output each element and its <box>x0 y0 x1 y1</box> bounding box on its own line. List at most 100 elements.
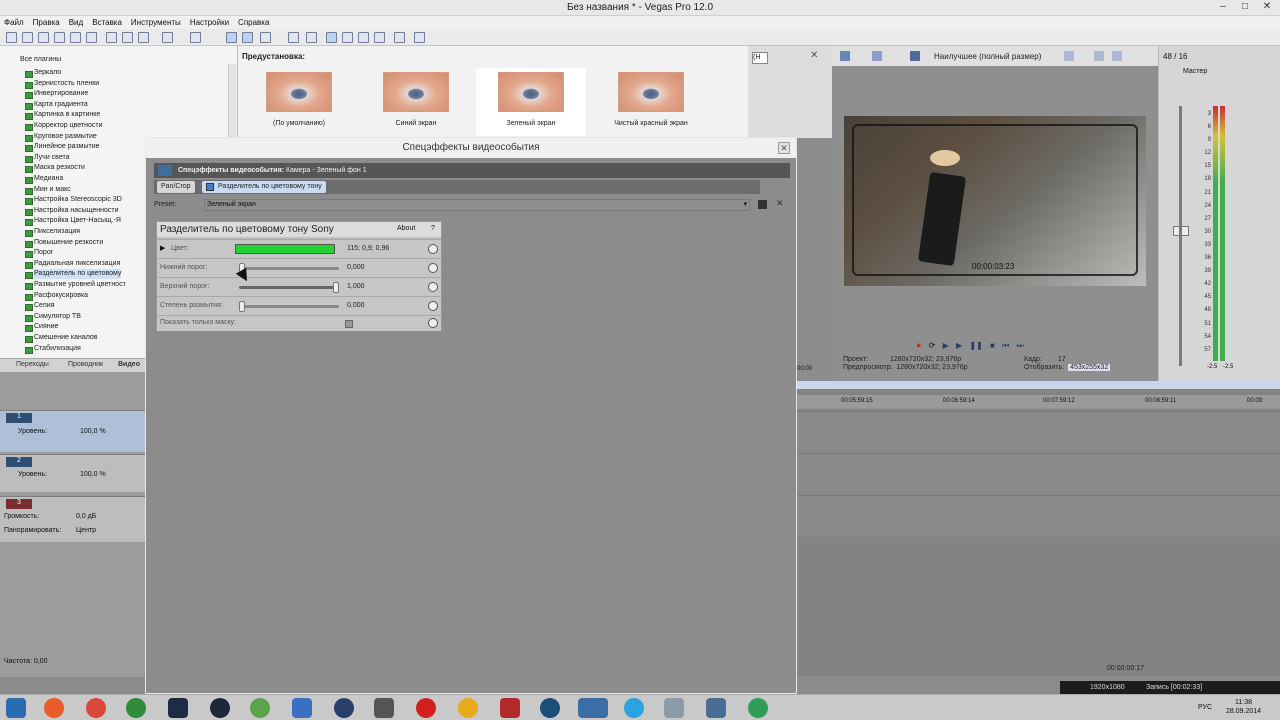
uplay-icon[interactable] <box>292 698 312 718</box>
param-value[interactable]: 0,000 <box>347 264 365 271</box>
firefox-icon[interactable] <box>44 698 64 718</box>
new-icon[interactable] <box>6 32 17 43</box>
chip-pan-crop[interactable]: Pan/Crop <box>157 181 195 193</box>
fx-item[interactable]: Радиальная пикселизация <box>24 259 120 269</box>
preset-blue-screen[interactable]: Синий экран <box>361 68 471 136</box>
fx-tree-header[interactable]: Все плагины <box>20 56 61 63</box>
zoom-tool-icon[interactable] <box>288 32 299 43</box>
photoshop-icon[interactable] <box>168 698 188 718</box>
vegas-pro-icon[interactable] <box>578 698 608 718</box>
autoripple-icon[interactable] <box>306 32 317 43</box>
fx-item[interactable]: Лучи света <box>25 153 70 163</box>
fx-item[interactable]: Инвертирование <box>24 89 88 100</box>
slider-knob[interactable] <box>333 282 339 293</box>
menu-view[interactable]: Вид <box>69 16 83 29</box>
timeline-lane[interactable] <box>797 411 1280 453</box>
fx-item[interactable]: Круговое размытие <box>25 132 97 142</box>
level-value[interactable]: 100,0 % <box>80 471 106 478</box>
expand-arrow-icon[interactable]: ▶ <box>160 244 165 252</box>
blur-slider[interactable] <box>239 301 339 312</box>
low-threshold-slider[interactable] <box>239 263 339 274</box>
preview-quality-select[interactable]: Наилучшее (полный размер) <box>934 52 1041 61</box>
param-value[interactable]: 1,000 <box>347 283 365 290</box>
cut-icon[interactable] <box>106 32 117 43</box>
high-threshold-slider[interactable] <box>239 282 339 293</box>
mask-only-checkbox[interactable] <box>345 320 353 328</box>
param-value[interactable]: 115; 0,9; 0,96 <box>347 245 389 252</box>
overlays-icon[interactable] <box>1064 51 1074 61</box>
animate-icon[interactable] <box>428 263 438 273</box>
properties-icon[interactable] <box>86 32 97 43</box>
menu-options[interactable]: Настройки <box>190 16 229 29</box>
param-value[interactable]: 0,000 <box>347 302 365 309</box>
preset-default[interactable]: (По умолчанию) <box>244 68 354 136</box>
play-icon[interactable]: ▶ <box>956 341 962 350</box>
fx-item[interactable]: Картинка в картинке <box>24 110 100 121</box>
fx-item[interactable]: Сияние <box>24 322 58 333</box>
fx-item[interactable]: Пикселизация <box>24 227 80 237</box>
fx-item[interactable]: Сепия <box>24 301 54 312</box>
clock[interactable]: 11:38 28.09.2014 <box>1226 698 1261 716</box>
autocrossfade-icon[interactable] <box>342 32 353 43</box>
color-swatch[interactable] <box>235 244 335 254</box>
fx-item[interactable]: Смешение каналов <box>25 333 98 343</box>
preset-red-screen[interactable]: Чистый красный экран <box>596 68 706 136</box>
app-icon[interactable] <box>664 698 684 718</box>
animate-icon[interactable] <box>428 318 438 328</box>
undo-icon[interactable] <box>162 32 173 43</box>
device-handle[interactable]: (Н <box>752 52 768 64</box>
skype-icon[interactable] <box>624 698 644 718</box>
snapping-icon[interactable] <box>326 32 337 43</box>
save-as-icon[interactable] <box>54 32 65 43</box>
fx-item[interactable]: Маска резкости <box>25 163 85 174</box>
fx-item-selected[interactable]: Разделитель по цветовому <box>24 269 122 280</box>
fx-item[interactable]: Зеркало <box>24 68 61 78</box>
app-icon[interactable] <box>250 698 270 718</box>
tab-transitions[interactable]: Переходы <box>16 361 49 368</box>
paste-icon[interactable] <box>138 32 149 43</box>
save-preset-icon[interactable] <box>758 200 767 209</box>
fx-item[interactable]: Зернистость пленки <box>24 79 99 89</box>
input-language[interactable]: РУС <box>1198 704 1212 711</box>
project-properties-icon[interactable] <box>840 51 850 61</box>
about-button[interactable]: About <box>397 225 415 232</box>
record-icon[interactable]: ● <box>916 340 921 350</box>
headphones-icon[interactable] <box>458 698 478 718</box>
vk-icon[interactable] <box>706 698 726 718</box>
save-snapshot-icon[interactable] <box>1112 51 1122 61</box>
fx-item[interactable]: Порог <box>24 248 53 259</box>
video-track-2[interactable]: 2 Уровень: 100,0 % <box>0 454 145 492</box>
save-icon[interactable] <box>38 32 49 43</box>
stop-icon[interactable]: ■ <box>990 341 995 350</box>
normal-edit-tool-icon[interactable] <box>226 32 237 43</box>
timeline-lane[interactable] <box>797 495 1280 537</box>
tab-explorer[interactable]: Проводник <box>68 361 103 368</box>
minimize-button[interactable]: – <box>1212 0 1234 14</box>
close-button[interactable]: ✕ <box>1256 0 1278 14</box>
preset-green-screen[interactable]: Зеленый экран <box>476 68 586 136</box>
slider-knob[interactable] <box>239 301 245 312</box>
fx-item[interactable]: Корректор цветности <box>25 121 103 131</box>
app-icon[interactable] <box>500 698 520 718</box>
fx-item[interactable]: Настройка насыщенности <box>25 206 119 216</box>
app-icon[interactable] <box>374 698 394 718</box>
video-track-1[interactable]: 1 Уровень: 100,0 % <box>0 410 145 452</box>
volume-value[interactable]: 0,0 дБ <box>76 513 96 520</box>
preset-dropdown[interactable]: Зеленый экран ▾ <box>204 199 750 211</box>
split-screen-icon[interactable] <box>910 51 920 61</box>
steam-icon[interactable] <box>210 698 230 718</box>
app-icon[interactable] <box>748 698 768 718</box>
copy-snapshot-icon[interactable] <box>1094 51 1104 61</box>
animate-icon[interactable] <box>428 282 438 292</box>
fx-item[interactable]: Настройка Stereoscopic 3D <box>25 195 122 206</box>
fx-item[interactable]: Размытие уровней цветност <box>25 280 126 290</box>
menu-file[interactable]: Файл <box>4 16 24 29</box>
fx-item[interactable]: Карта градиента <box>25 100 88 110</box>
fx-item[interactable]: Симулятор ТВ <box>25 312 81 322</box>
media-player-icon[interactable] <box>334 698 354 718</box>
selection-tool-icon[interactable] <box>260 32 271 43</box>
render-icon[interactable] <box>70 32 81 43</box>
lock-envelopes-icon[interactable] <box>358 32 369 43</box>
animate-icon[interactable] <box>428 244 438 254</box>
pause-icon[interactable]: ❚❚ <box>969 341 982 350</box>
